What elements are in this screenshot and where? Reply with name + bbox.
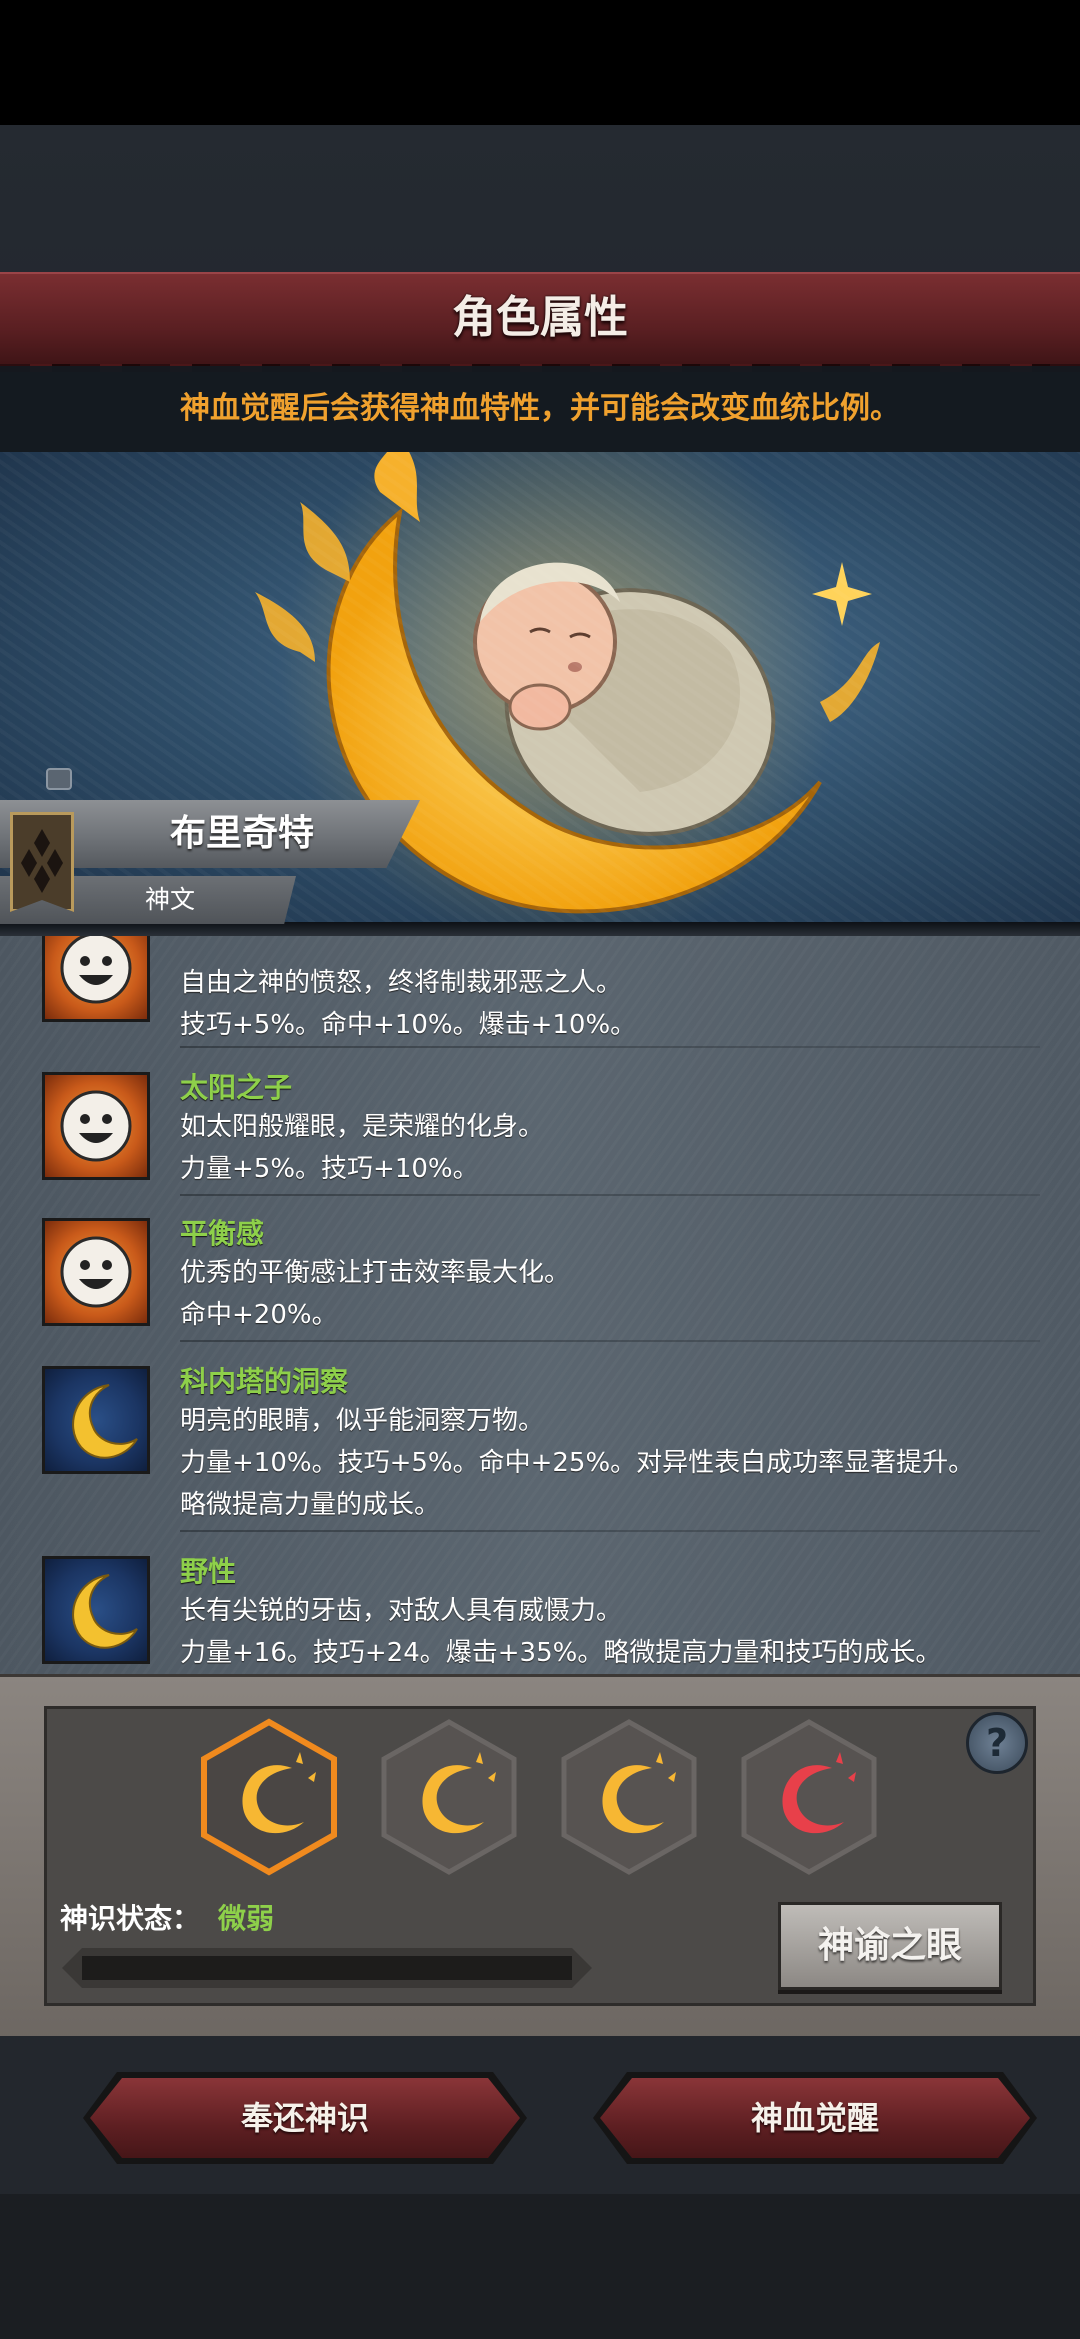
moon-icon	[42, 1556, 150, 1664]
help-button[interactable]: ?	[966, 1712, 1028, 1774]
divine-status-label: 神识状态：	[60, 1902, 201, 1935]
trait-stats: 力量+10%。技巧+5%。命中+25%。对异性表白成功率显著提升。	[180, 1448, 975, 1478]
divine-status-value: 微弱	[218, 1902, 275, 1935]
character-tag: 神文	[144, 885, 195, 914]
portrait-frame-edge	[0, 922, 1080, 936]
page-title: 角色属性	[452, 292, 628, 343]
crown-icon	[46, 768, 72, 790]
trait-stats: 技巧+5%。命中+10%。爆击+10%。	[180, 1010, 637, 1040]
divine-slot-4[interactable]	[740, 1718, 878, 1876]
trait-stats: 力量+16。技巧+24。爆击+35%。略微提高力量和技巧的成长。	[180, 1638, 942, 1668]
page-subtitle: 神血觉醒后会获得神血特性，并可能会改变血统比例。	[180, 391, 900, 426]
smiley-icon	[42, 1218, 150, 1326]
divine-progress-track	[82, 1956, 572, 1980]
divine-slot-2[interactable]	[380, 1718, 518, 1876]
trait-description: 自由之神的愤怒，终将制裁邪恶之人。	[180, 968, 623, 998]
divider	[180, 1340, 1040, 1342]
smiley-icon	[42, 1072, 150, 1180]
smiley-icon	[42, 936, 150, 1022]
divine-slot-3[interactable]	[560, 1718, 698, 1876]
trait-description: 明亮的眼睛，似乎能洞察万物。	[180, 1406, 545, 1436]
trait-stats: 力量+5%。技巧+10%。	[180, 1154, 479, 1184]
divider	[180, 1194, 1040, 1196]
trait-name: 太阳之子	[180, 1071, 293, 1104]
return-divine-button[interactable]: 奉还神识	[90, 2078, 520, 2158]
divider	[180, 1530, 1040, 1532]
trait-name: 科内塔的洞察	[180, 1365, 349, 1398]
trait-name: 野性	[180, 1555, 237, 1588]
oracle-eye-button[interactable]: 神谕之眼	[778, 1902, 1002, 1990]
faction-banner-icon	[10, 812, 74, 912]
trait-description: 长有尖锐的牙齿，对敌人具有威慑力。	[180, 1596, 623, 1626]
trait-list[interactable]: 自由之神的愤怒，终将制裁邪恶之人。 技巧+5%。命中+10%。爆击+10%。 太…	[0, 936, 1080, 1674]
divider	[180, 1046, 1040, 1048]
character-name: 布里奇特	[169, 813, 314, 854]
trait-description: 如太阳般耀眼，是荣耀的化身。	[180, 1112, 545, 1142]
trait-description: 优秀的平衡感让打击效率最大化。	[180, 1258, 571, 1288]
blood-awaken-button[interactable]: 神血觉醒	[600, 2078, 1030, 2158]
footer	[0, 2194, 1080, 2339]
trait-stats: 略微提高力量的成长。	[180, 1490, 441, 1520]
divine-slot-1[interactable]	[200, 1718, 338, 1876]
moon-icon	[42, 1366, 150, 1474]
status-bar-area	[0, 0, 1080, 125]
trait-name: 平衡感	[180, 1217, 265, 1250]
trait-stats: 命中+20%。	[180, 1300, 338, 1330]
